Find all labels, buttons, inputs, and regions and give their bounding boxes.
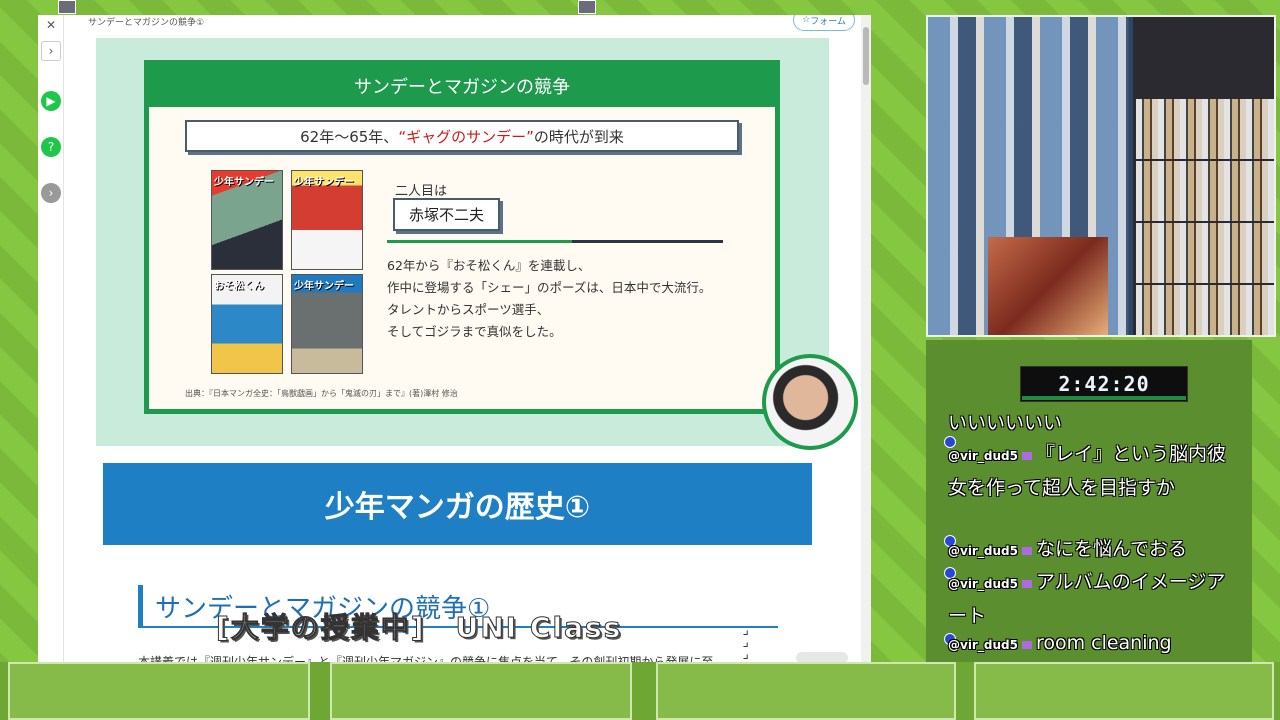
slide-ribbon: 62年〜65年、 “ギャグのサンデー” の時代が到来 bbox=[185, 120, 739, 152]
star-icon: ☆ bbox=[802, 15, 811, 25]
source-note: 出典：『日本マンガ全史：「鳥獣戯画」から「鬼滅の刃」まで』(著)澤村 修治 bbox=[185, 389, 458, 398]
chevron-right-icon[interactable]: › bbox=[41, 41, 61, 61]
close-icon[interactable]: ✕ bbox=[41, 15, 61, 35]
sub-badge-icon bbox=[1021, 546, 1032, 555]
chat-message: いいいいいい bbox=[948, 412, 1063, 434]
scrollbar[interactable] bbox=[861, 15, 871, 662]
bookshelf bbox=[1136, 97, 1274, 335]
webcam-feed bbox=[926, 15, 1276, 337]
timer-bar bbox=[1022, 396, 1186, 400]
body-text: 本講義では『週刊少年サンデー』と『週刊少年マガジン』の競争に焦点を当て、その創刊… bbox=[138, 655, 714, 662]
play-icon[interactable]: ▶ bbox=[41, 91, 61, 111]
left-sidebar: ✕ › ▶ ? › bbox=[38, 15, 64, 662]
divider bbox=[387, 240, 723, 243]
slide-heading: サンデーとマガジンの競争 bbox=[149, 65, 775, 107]
bottom-panel bbox=[974, 662, 1274, 720]
second-label: 二人目は bbox=[395, 184, 448, 199]
chat-message: @vir_dud5 『レイ』という脳内彼女を作って超人を目指すか bbox=[948, 443, 1226, 499]
ribbon-pre: 62年〜65年、 bbox=[300, 127, 399, 146]
floating-chip[interactable] bbox=[796, 652, 848, 662]
cover-image: おそ松くん bbox=[211, 274, 283, 374]
help-icon[interactable]: ? bbox=[41, 137, 61, 157]
chat-message: @vir_dud5 room cleaning bbox=[948, 632, 1172, 654]
sub-badge-icon bbox=[1021, 640, 1032, 649]
presenter-avatar bbox=[762, 354, 858, 450]
follow-label: フォーム bbox=[810, 16, 846, 27]
chat-message: @vir_dud5 なにを悩んでおる bbox=[948, 538, 1187, 560]
sub-badge-icon bbox=[1021, 579, 1032, 588]
follow-button[interactable]: ☆ フォーム bbox=[793, 15, 855, 31]
cover-image: 少年サンデー bbox=[291, 170, 363, 270]
tab-title: サンデーとマガジンの競争① bbox=[88, 18, 205, 28]
bottom-panel bbox=[8, 662, 310, 720]
lecture-slide: サンデーとマガジンの競争 62年〜65年、 “ギャグのサンデー” の時代が到来 少年… bbox=[96, 38, 858, 450]
author-name: 赤塚不二夫 bbox=[393, 198, 501, 231]
cover-image: 少年サンデー bbox=[291, 274, 363, 374]
cover-image: 少年サンデー bbox=[211, 170, 283, 270]
pixel-sprite bbox=[578, 0, 596, 14]
sub-badge-icon bbox=[1021, 451, 1032, 460]
page-title: 少年マンガの歴史① bbox=[103, 463, 812, 545]
scroll-thumb[interactable] bbox=[863, 27, 869, 85]
bottom-panel bbox=[330, 662, 632, 720]
ribbon-highlight: “ギャグのサンデー” bbox=[398, 127, 534, 146]
browser-window: ✕ › ▶ ? › サンデーとマガジンの競争① ☆ フォーム サンデーとマガジンの… bbox=[38, 15, 871, 662]
next-icon[interactable]: › bbox=[41, 183, 61, 203]
dragon-poster bbox=[988, 237, 1108, 335]
chat-message: @vir_dud5 アルバムのイメージアート bbox=[948, 571, 1226, 627]
more-vertical-icon[interactable]: · · · bbox=[740, 620, 749, 668]
bottom-panel bbox=[656, 662, 956, 720]
stream-caption: [大学の授業中] UNI Class bbox=[215, 611, 623, 645]
pixel-sprite bbox=[58, 0, 76, 14]
slide-frame: サンデーとマガジンの競争 62年〜65年、 “ギャグのサンデー” の時代が到来 少年… bbox=[144, 60, 780, 414]
ribbon-post: の時代が到来 bbox=[533, 127, 624, 146]
magazine-covers: 少年サンデー 少年サンデー おそ松くん 少年サンデー bbox=[211, 170, 365, 378]
slide-body: 62年から『おそ松くん』を連載し、 作中に登場する「シェー」のポーズは、日本中で… bbox=[387, 258, 712, 339]
